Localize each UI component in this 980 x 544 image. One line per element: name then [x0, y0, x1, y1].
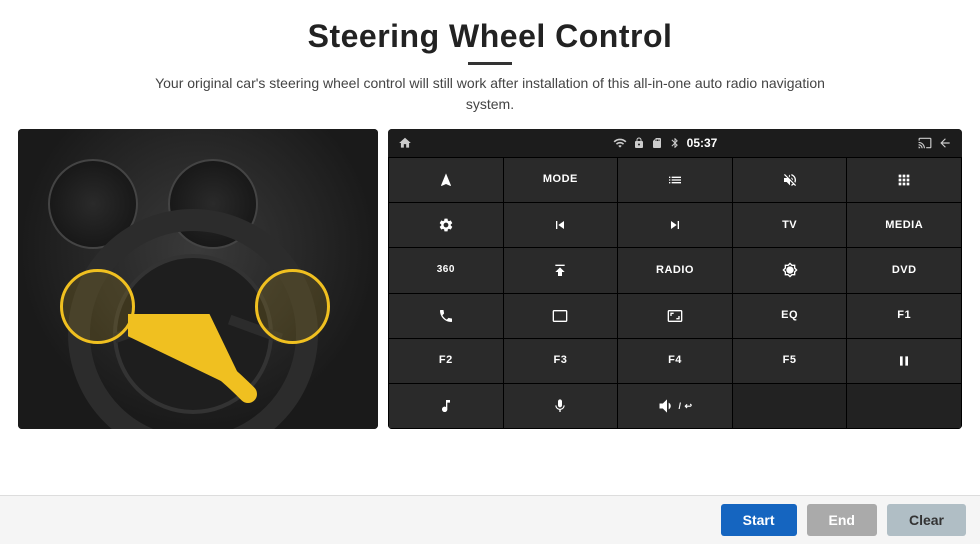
header-description: Your original car's steering wheel contr… — [150, 73, 830, 115]
btn-mode[interactable]: MODE — [504, 158, 618, 202]
btn-f3[interactable]: F3 — [504, 339, 618, 383]
sd-icon — [651, 137, 663, 149]
steering-wheel-image — [18, 129, 378, 429]
btn-media[interactable]: MEDIA — [847, 203, 961, 247]
btn-microphone[interactable] — [504, 384, 618, 428]
btn-prev[interactable] — [504, 203, 618, 247]
btn-next[interactable] — [618, 203, 732, 247]
btn-eq[interactable]: EQ — [733, 294, 847, 338]
page-title: Steering Wheel Control — [20, 18, 960, 55]
btn-list[interactable] — [618, 158, 732, 202]
home-icon — [398, 136, 412, 150]
wifi-icon — [613, 136, 627, 150]
start-button[interactable]: Start — [721, 504, 797, 536]
btn-phone[interactable] — [389, 294, 503, 338]
end-button[interactable]: End — [807, 504, 877, 536]
back-icon — [938, 136, 952, 150]
btn-playpause[interactable] — [847, 339, 961, 383]
btn-volphone[interactable]: / ↩ — [618, 384, 732, 428]
bottom-bar: Start End Clear — [0, 495, 980, 544]
btn-brightness[interactable] — [733, 248, 847, 292]
btn-radio[interactable]: RADIO — [618, 248, 732, 292]
highlight-left — [60, 269, 135, 344]
lock-icon — [633, 137, 645, 149]
btn-music[interactable] — [389, 384, 503, 428]
btn-mute[interactable] — [733, 158, 847, 202]
btn-apps[interactable] — [847, 158, 961, 202]
btn-navigate[interactable] — [389, 158, 503, 202]
cast-icon — [918, 136, 932, 150]
btn-eject[interactable] — [504, 248, 618, 292]
control-panel: 05:37 MODE — [388, 129, 962, 429]
btn-empty1 — [733, 384, 847, 428]
btn-f1[interactable]: F1 — [847, 294, 961, 338]
btn-resize[interactable] — [618, 294, 732, 338]
status-center-icons: 05:37 — [613, 136, 718, 150]
btn-360[interactable]: 360 — [389, 248, 503, 292]
status-time: 05:37 — [687, 136, 718, 150]
btn-tv[interactable]: TV — [733, 203, 847, 247]
status-bar: 05:37 — [388, 129, 962, 157]
btn-empty2 — [847, 384, 961, 428]
btn-settings[interactable] — [389, 203, 503, 247]
status-left-icons — [398, 136, 412, 150]
btn-f5[interactable]: F5 — [733, 339, 847, 383]
page: Steering Wheel Control Your original car… — [0, 0, 980, 544]
bt-icon — [669, 136, 681, 150]
title-divider — [468, 62, 512, 65]
btn-screen[interactable] — [504, 294, 618, 338]
content-row: 05:37 MODE — [0, 121, 980, 495]
btn-f4[interactable]: F4 — [618, 339, 732, 383]
btn-f2[interactable]: F2 — [389, 339, 503, 383]
btn-dvd[interactable]: DVD — [847, 248, 961, 292]
arrow-icon — [128, 314, 308, 424]
button-grid: MODE TV — [388, 157, 962, 429]
clear-button[interactable]: Clear — [887, 504, 966, 536]
status-right-icons — [918, 136, 952, 150]
header: Steering Wheel Control Your original car… — [0, 0, 980, 121]
